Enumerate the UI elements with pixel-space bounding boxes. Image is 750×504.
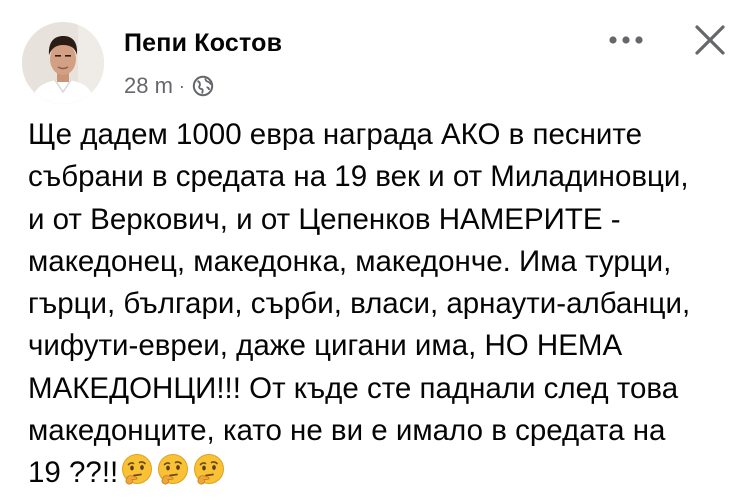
- author-name[interactable]: Пепи Костов: [124, 29, 282, 58]
- post-body: Ще дадем 1000 евра награда АКО в песните…: [28, 114, 740, 500]
- globe-icon[interactable]: [192, 75, 214, 97]
- post-meta: 28 m ·: [124, 71, 214, 101]
- avatar-photo: [22, 22, 104, 104]
- close-icon[interactable]: [690, 20, 730, 60]
- thinking-face-emoji: [122, 454, 153, 485]
- more-options-icon[interactable]: [604, 24, 648, 56]
- author-avatar[interactable]: [22, 22, 104, 104]
- post-body-text: Ще дадем 1000 евра награда АКО в песните…: [28, 118, 691, 490]
- post-timestamp[interactable]: 28 m: [124, 73, 173, 99]
- meta-separator: ·: [178, 75, 185, 96]
- thinking-face-emoji: [194, 454, 225, 485]
- post-header: Пепи Костов 28 m ·: [0, 0, 750, 110]
- thinking-face-emoji: [158, 454, 189, 485]
- emoji-row: [120, 453, 228, 499]
